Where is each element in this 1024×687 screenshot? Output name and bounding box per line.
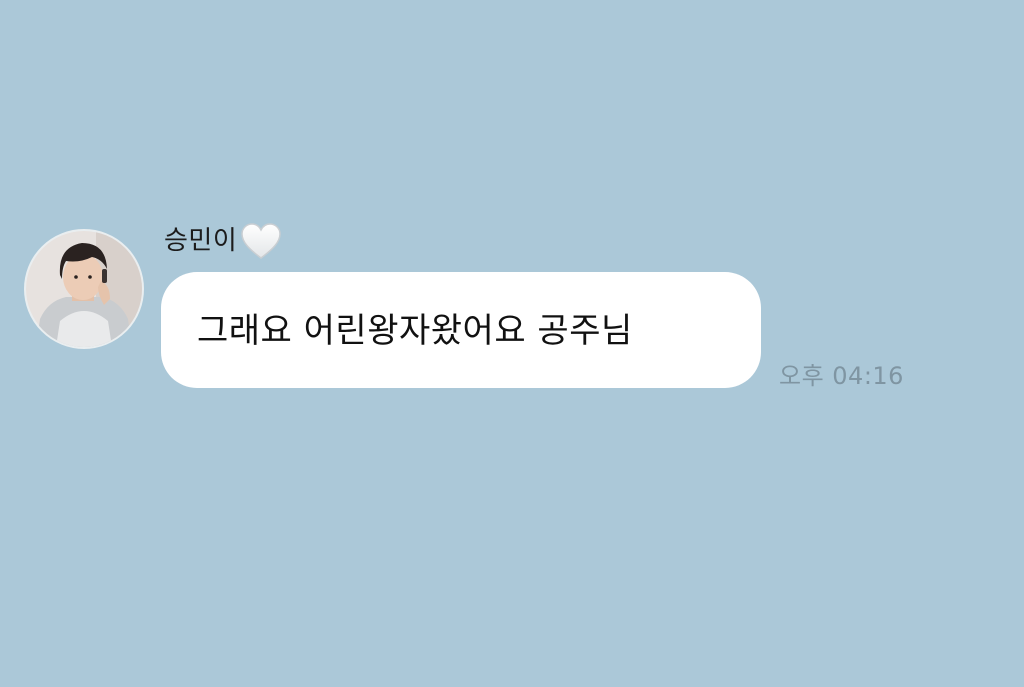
chat-area: 승민이 그래요 어린왕자왔어요 공주님 오후 04:16 — [0, 0, 1024, 687]
white-heart-icon — [239, 221, 283, 261]
sender-name: 승민이 — [164, 226, 238, 256]
message-text: 그래요 어린왕자왔어요 공주님 — [197, 310, 633, 351]
sender-row: 승민이 — [164, 217, 283, 265]
avatar[interactable] — [24, 229, 144, 349]
profile-photo — [26, 231, 142, 347]
message-timestamp: 오후 04:16 — [779, 362, 904, 390]
message-bubble[interactable]: 그래요 어린왕자왔어요 공주님 — [161, 272, 761, 388]
